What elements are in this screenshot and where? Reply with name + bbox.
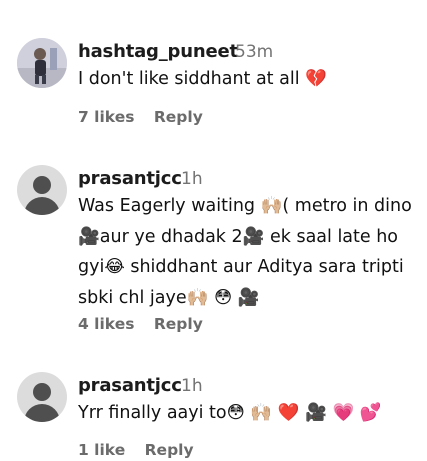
likes-count[interactable]: 4 likes <box>78 315 134 333</box>
likes-count[interactable]: 1 like <box>78 441 125 459</box>
default-avatar-icon <box>33 176 51 194</box>
comment-text: Was Eagerly waiting 🙌🏼( metro in dino 🎥a… <box>78 196 412 308</box>
avatar[interactable] <box>17 38 67 88</box>
profile-photo-icon <box>17 38 67 88</box>
reply-button[interactable]: Reply <box>154 315 203 333</box>
comment-timestamp: 53m <box>235 42 274 62</box>
comment-timestamp: 1h <box>181 169 203 189</box>
comment-actions: 1 like Reply <box>78 441 194 459</box>
avatar[interactable] <box>17 372 67 422</box>
comment-username[interactable]: prasantjcc <box>78 375 182 396</box>
likes-count[interactable]: 7 likes <box>78 108 134 126</box>
comment-text: I don't like siddhant at all 💔 <box>78 69 327 89</box>
comment-text: Yrr finally aayi to😳 🙌🏼 ❤️ 🎥 💗 💕 <box>78 403 382 423</box>
comment-username[interactable]: prasantjcc <box>78 168 182 189</box>
reply-button[interactable]: Reply <box>154 108 203 126</box>
avatar[interactable] <box>17 165 67 215</box>
comment-username[interactable]: hashtag_puneet <box>78 41 238 62</box>
comment-timestamp: 1h <box>181 376 203 396</box>
default-avatar-icon <box>33 383 51 401</box>
comment-actions: 7 likes Reply <box>78 108 203 126</box>
comment-actions: 4 likes Reply <box>78 315 203 333</box>
reply-button[interactable]: Reply <box>145 441 194 459</box>
